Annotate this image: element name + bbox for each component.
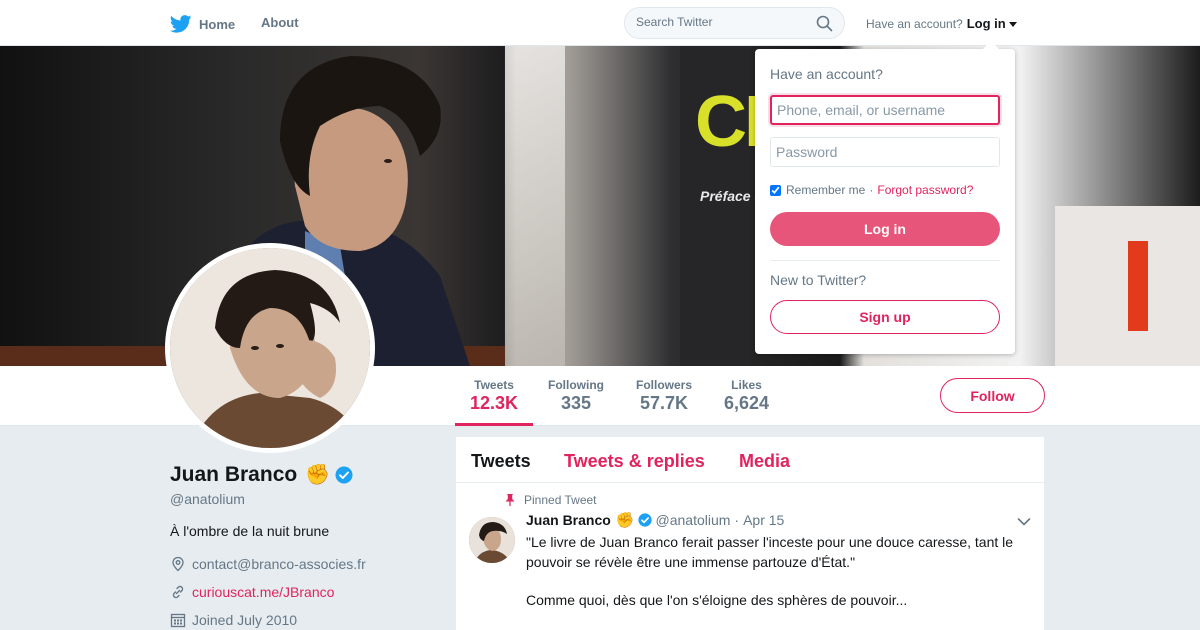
stat-following[interactable]: Following 335 bbox=[548, 378, 604, 414]
tweet-author-handle[interactable]: @anatolium bbox=[656, 512, 731, 528]
remember-row: Remember me · Forgot password? bbox=[770, 183, 973, 197]
profile-bio: À l'ombre de la nuit brune bbox=[170, 523, 330, 539]
profile-handle[interactable]: @anatolium bbox=[170, 491, 245, 507]
raised-fist-emoji: ✊ bbox=[615, 512, 635, 529]
banner-subtext: Préface d bbox=[700, 188, 764, 204]
timeline: Tweets Tweets & replies Media Pinned Twe… bbox=[456, 437, 1044, 630]
follow-button[interactable]: Follow bbox=[940, 378, 1045, 413]
twitter-bird-icon bbox=[170, 15, 192, 33]
login-dropdown-title: Have an account? bbox=[770, 66, 883, 82]
profile-avatar-frame bbox=[165, 243, 375, 453]
stat-label: Following bbox=[548, 378, 604, 392]
pin-icon bbox=[505, 494, 515, 506]
nav-about-label: About bbox=[261, 15, 299, 30]
profile-name-row: Juan Branco ✊ bbox=[170, 462, 353, 487]
login-toggle-label: Log in bbox=[966, 16, 1006, 31]
stat-value: 57.7K bbox=[639, 393, 689, 413]
tab-media[interactable]: Media bbox=[739, 451, 790, 472]
tab-tweets-replies[interactable]: Tweets & replies bbox=[564, 451, 705, 472]
avatar-photo bbox=[170, 248, 370, 448]
new-to-twitter-text: New to Twitter? bbox=[770, 272, 867, 288]
pinned-indicator: Pinned Tweet bbox=[505, 493, 597, 507]
stat-label: Tweets bbox=[474, 378, 514, 392]
login-dropdown-toggle[interactable]: Log in bbox=[967, 16, 1017, 31]
calendar-icon bbox=[170, 613, 186, 628]
tweet-header: Juan Branco ✊ @anatolium · Apr 15 bbox=[526, 511, 784, 529]
tweet-separator: · bbox=[734, 512, 740, 528]
profile-avatar[interactable] bbox=[170, 248, 370, 448]
stat-value: 12.3K bbox=[470, 393, 519, 413]
search-icon[interactable] bbox=[816, 15, 833, 32]
nav-home-label: Home bbox=[199, 16, 236, 32]
stat-value: 335 bbox=[560, 393, 592, 413]
profile-website[interactable]: curiouscat.me/JBranco bbox=[170, 584, 334, 600]
login-dropdown: Have an account? Remember me · Forgot pa… bbox=[755, 41, 1015, 354]
nav-about[interactable]: About bbox=[261, 15, 299, 30]
search-input[interactable] bbox=[636, 15, 816, 29]
signup-button[interactable]: Sign up bbox=[770, 300, 1000, 334]
dropdown-arrow bbox=[983, 41, 999, 49]
account-area: Have an account? Log in bbox=[866, 16, 1017, 31]
chevron-down-icon[interactable] bbox=[1017, 517, 1031, 527]
password-field[interactable] bbox=[770, 137, 1000, 167]
active-stat-indicator bbox=[455, 423, 533, 426]
tweet-author-name[interactable]: Juan Branco bbox=[526, 512, 611, 528]
tweet-text: "Le livre de Juan Branco ferait passer l… bbox=[526, 534, 1014, 570]
stat-likes[interactable]: Likes 6,624 bbox=[724, 378, 769, 414]
profile-location: contact@branco-associes.fr bbox=[170, 556, 366, 572]
profile-name[interactable]: Juan Branco bbox=[170, 463, 297, 487]
verified-badge-icon bbox=[637, 513, 652, 527]
stat-label: Likes bbox=[731, 378, 762, 392]
tab-tweets[interactable]: Tweets bbox=[471, 451, 531, 472]
tweet-avatar-photo bbox=[469, 517, 515, 563]
banner-decor bbox=[505, 46, 565, 366]
profile-joined-date: Joined July 2010 bbox=[192, 612, 298, 628]
verified-badge-icon bbox=[335, 466, 353, 483]
have-account-text: Have an account? bbox=[866, 16, 963, 31]
search-box bbox=[624, 7, 845, 39]
profile-joined: Joined July 2010 bbox=[170, 612, 297, 628]
link-icon bbox=[172, 585, 184, 599]
banner-decor bbox=[1128, 241, 1148, 331]
top-nav: Home About Have an account? Log in bbox=[0, 0, 1200, 46]
tweet-avatar[interactable] bbox=[469, 517, 515, 563]
tweet-date[interactable]: Apr 15 bbox=[743, 512, 784, 528]
profile-email: contact@branco-associes.fr bbox=[192, 556, 366, 572]
remember-me-label[interactable]: Remember me bbox=[786, 183, 865, 197]
timeline-tabs: Tweets Tweets & replies Media bbox=[456, 437, 1044, 483]
tweet-text-continued: Comme quoi, dès que l'on s'éloigne des s… bbox=[526, 592, 908, 608]
stat-value: 6,624 bbox=[724, 393, 770, 413]
username-field[interactable] bbox=[770, 95, 1000, 125]
location-pin-icon bbox=[172, 556, 184, 572]
stat-tweets[interactable]: Tweets 12.3K bbox=[470, 378, 518, 414]
remember-me-checkbox[interactable] bbox=[770, 184, 781, 196]
raised-fist-emoji: ✊ bbox=[305, 464, 331, 486]
profile-website-link[interactable]: curiouscat.me/JBranco bbox=[192, 584, 334, 600]
separator: · bbox=[869, 183, 874, 197]
pinned-label: Pinned Tweet bbox=[524, 493, 597, 507]
stat-label: Followers bbox=[636, 378, 693, 392]
nav-home[interactable]: Home bbox=[170, 15, 235, 33]
caret-down-icon bbox=[1008, 21, 1017, 27]
divider bbox=[770, 260, 1000, 261]
login-button[interactable]: Log in bbox=[770, 212, 1000, 246]
forgot-password-link[interactable]: Forgot password? bbox=[877, 183, 973, 197]
stat-followers[interactable]: Followers 57.7K bbox=[636, 378, 692, 414]
